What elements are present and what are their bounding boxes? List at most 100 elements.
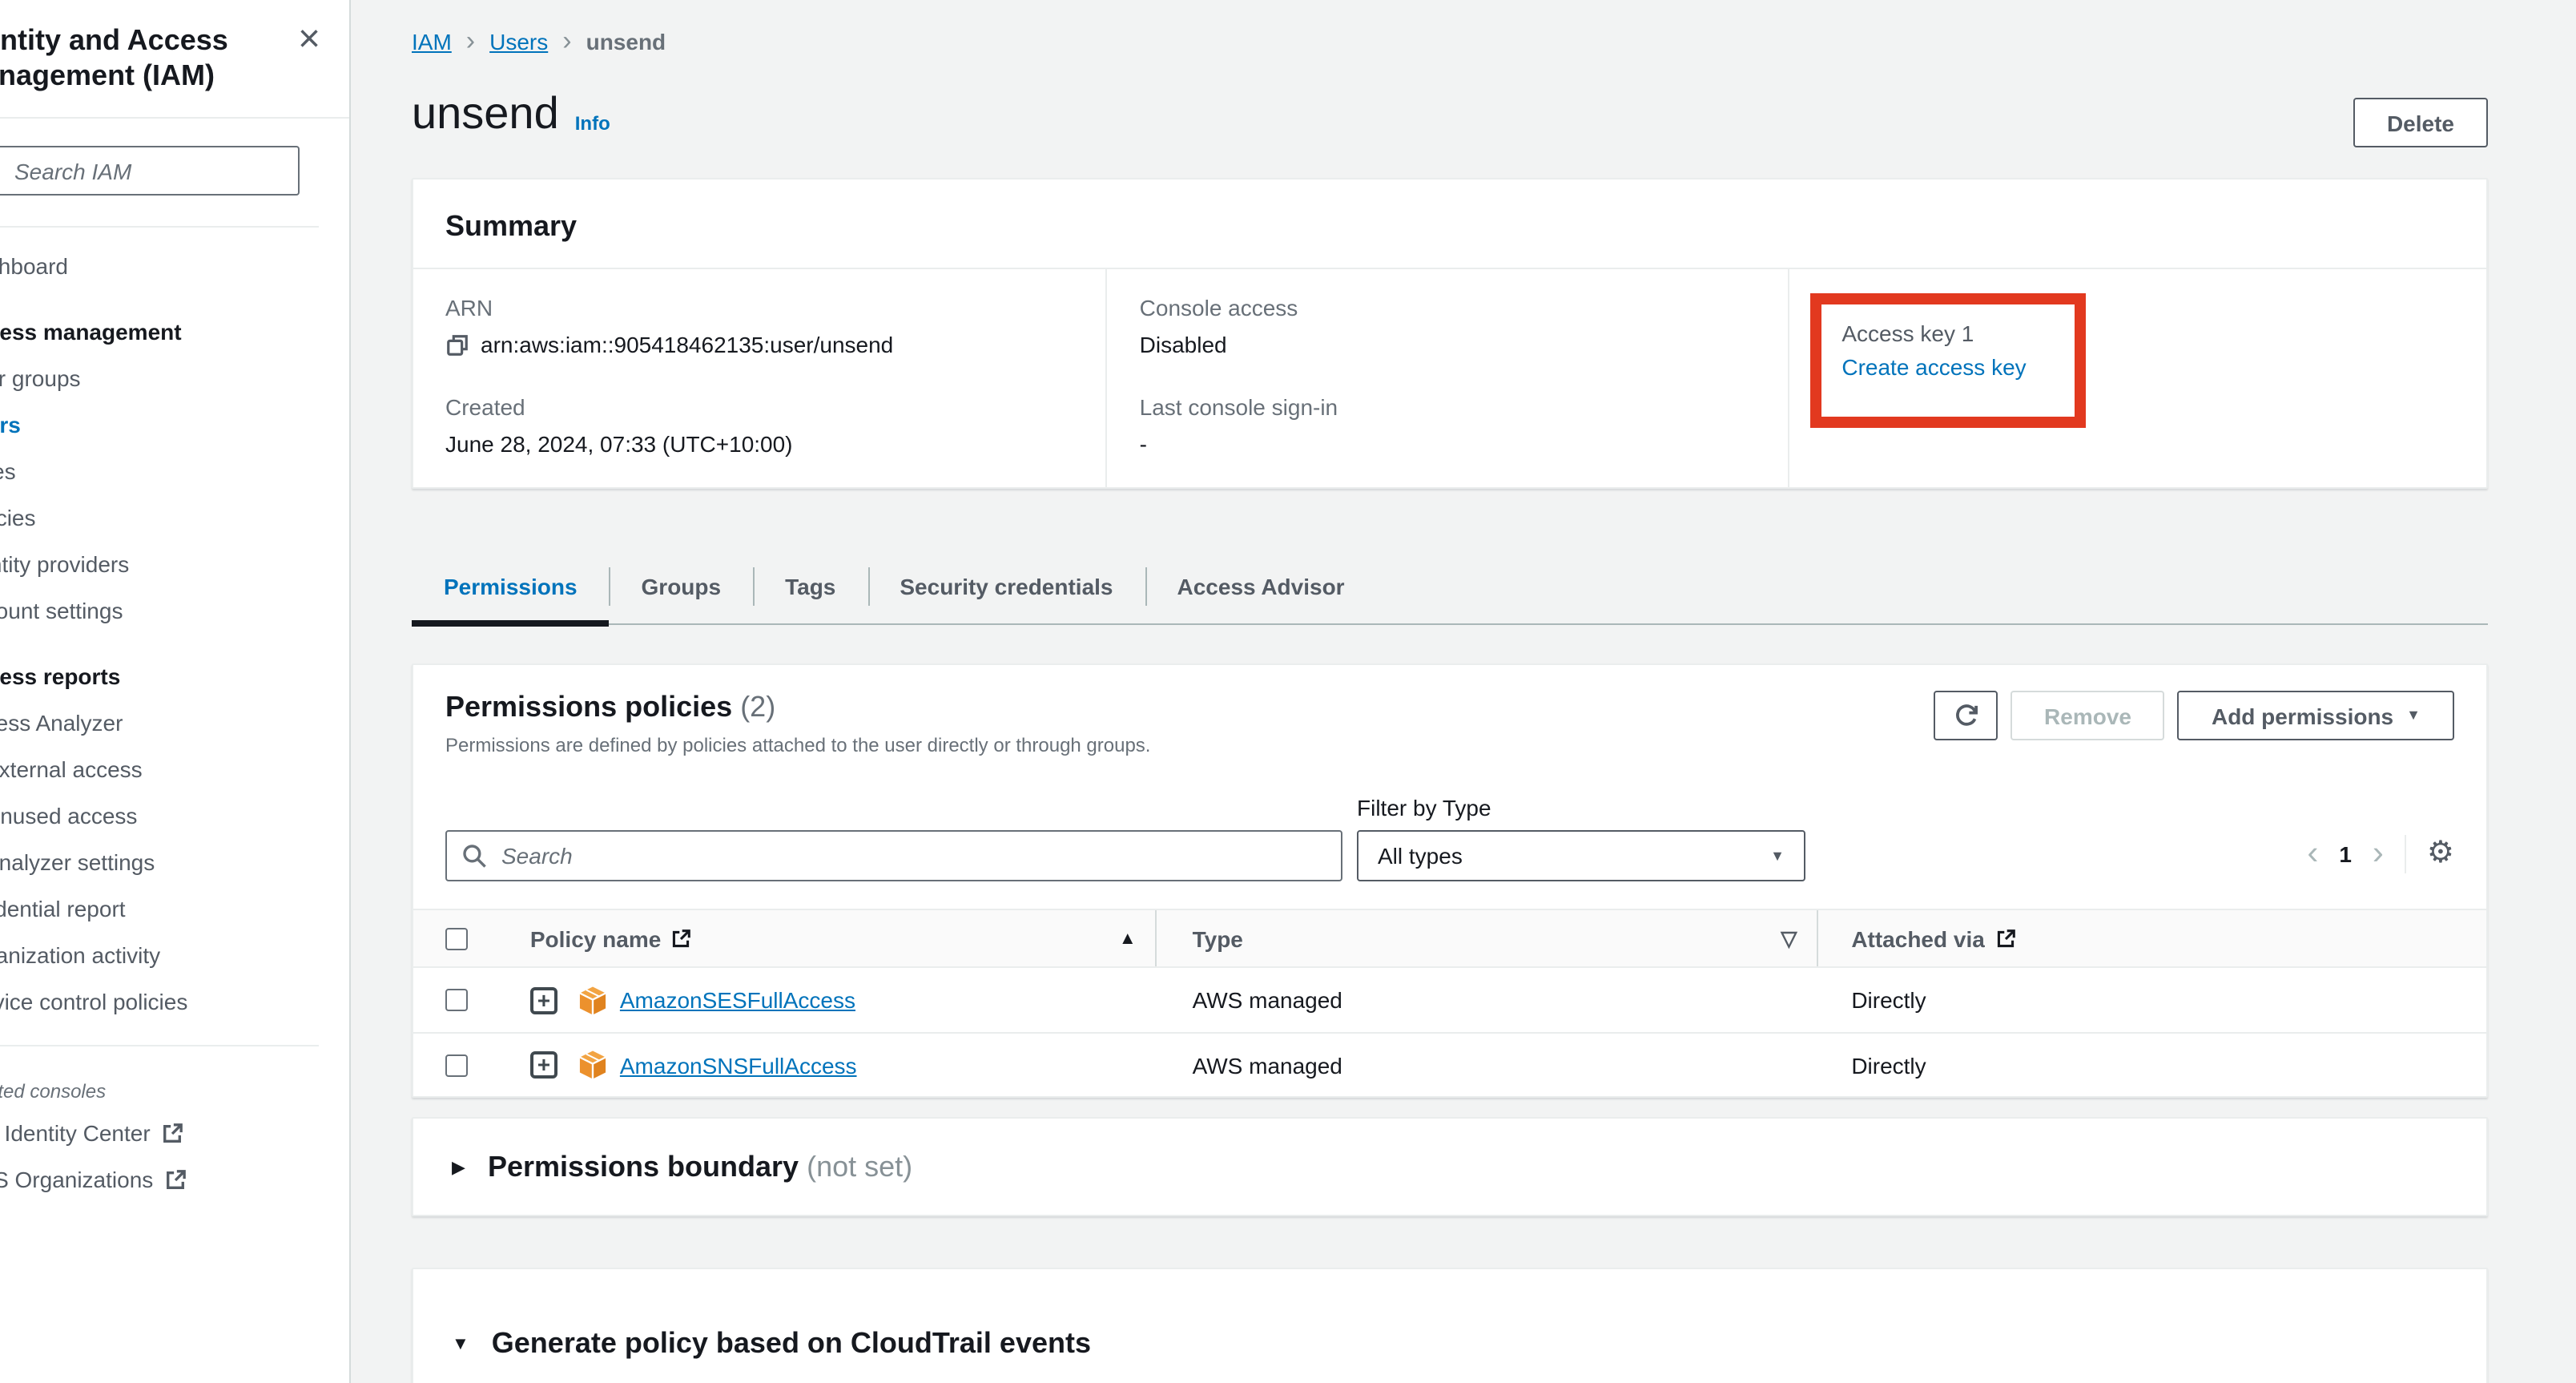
row-checkbox[interactable]: [445, 989, 468, 1011]
main-content: IAM › Users › unsend unsend Info Delete …: [351, 0, 2576, 1383]
sidebar-item-credential-report[interactable]: Credential report: [0, 886, 351, 933]
sidebar-item-user-groups[interactable]: User groups: [0, 356, 351, 402]
boundary-not-set: (not set): [807, 1150, 912, 1182]
sidebar-link-iam-identity-center[interactable]: IAM Identity Center: [0, 1111, 351, 1157]
last-signin-value: -: [1140, 428, 1756, 460]
summary-title: Summary: [445, 210, 577, 242]
policy-attached-via: Directly: [1817, 1034, 2486, 1096]
sidebar-item-access-analyzer[interactable]: Access Analyzer: [0, 700, 351, 747]
sidebar-item-unused-access[interactable]: Unused access: [0, 793, 351, 840]
external-link-icon: [164, 1170, 185, 1191]
column-policy-name: Policy name: [530, 925, 661, 951]
add-permissions-button[interactable]: Add permissions ▼: [2178, 691, 2454, 740]
policy-link[interactable]: AmazonSNSFullAccess: [620, 1052, 857, 1078]
divider: [2405, 835, 2406, 873]
column-filter-icon[interactable]: ▽: [1781, 925, 1797, 951]
sidebar: × Identity and Access Management (IAM) D…: [0, 0, 351, 1383]
expand-row-icon[interactable]: +: [530, 1051, 557, 1079]
create-access-key-link[interactable]: Create access key: [1841, 354, 2026, 380]
breadcrumb-users[interactable]: Users: [489, 29, 548, 54]
remove-button[interactable]: Remove: [2010, 691, 2165, 740]
policy-icon: [578, 1050, 607, 1080]
sidebar-item-users[interactable]: Users: [0, 402, 351, 449]
sidebar-section-access-reports: Access reports: [0, 654, 351, 700]
policy-type: AWS managed: [1157, 1034, 1818, 1096]
expand-section-icon[interactable]: ▶: [452, 1156, 465, 1177]
created-value: June 28, 2024, 07:33 (UTC+10:00): [445, 428, 1074, 460]
delete-button[interactable]: Delete: [2353, 98, 2488, 147]
sidebar-item-dashboard[interactable]: Dashboard: [0, 244, 351, 290]
expand-row-icon[interactable]: +: [530, 986, 557, 1014]
external-link-icon: [670, 929, 690, 948]
tab-access-advisor[interactable]: Access Advisor: [1145, 548, 1377, 623]
sidebar-section-access-management: Access management: [0, 309, 351, 356]
sidebar-item-account-settings[interactable]: Account settings: [0, 588, 351, 635]
external-link-icon: [162, 1123, 183, 1144]
select-all-checkbox[interactable]: [445, 927, 468, 950]
filter-by-type-label: Filter by Type: [1357, 795, 1805, 821]
collapse-section-icon[interactable]: ▼: [452, 1334, 469, 1353]
sidebar-item-identity-providers[interactable]: Identity providers: [0, 542, 351, 588]
sidebar-item-organization-activity[interactable]: Organization activity: [0, 933, 351, 979]
pagination: ‹ 1 › ⚙: [2307, 835, 2454, 881]
tab-security-credentials[interactable]: Security credentials: [867, 548, 1145, 623]
page-number[interactable]: 1: [2339, 841, 2352, 867]
breadcrumb-current: unsend: [586, 29, 666, 54]
refresh-button[interactable]: [1934, 691, 1998, 740]
sidebar-nav: Dashboard Access management User groups …: [0, 228, 351, 1045]
tab-groups[interactable]: Groups: [610, 548, 754, 623]
close-icon[interactable]: ×: [288, 19, 330, 61]
sidebar-item-external-access[interactable]: External access: [0, 747, 351, 793]
generate-policy-card[interactable]: ▼ Generate policy based on CloudTrail ev…: [412, 1268, 2488, 1383]
policy-icon: [578, 985, 607, 1015]
chevron-down-icon: ▼: [2406, 708, 2421, 723]
sidebar-item-analyzer-settings[interactable]: Analyzer settings: [0, 840, 351, 886]
breadcrumb-iam[interactable]: IAM: [412, 29, 452, 54]
policy-link[interactable]: AmazonSESFullAccess: [620, 987, 855, 1013]
created-label: Created: [445, 391, 1074, 423]
table-row: + Amazon: [413, 968, 2486, 1032]
breadcrumb-separator: ›: [466, 30, 475, 53]
tab-permissions[interactable]: Permissions: [412, 548, 610, 623]
annotation-highlight-box: Access key 1 Create access key: [1809, 293, 2085, 428]
row-checkbox[interactable]: [445, 1054, 468, 1076]
column-type: Type: [1193, 925, 1243, 951]
prev-page-icon[interactable]: ‹: [2307, 838, 2318, 870]
sort-ascending-icon[interactable]: ▲: [1119, 929, 1137, 948]
permissions-boundary-card[interactable]: ▶ Permissions boundary (not set): [412, 1117, 2488, 1216]
next-page-icon[interactable]: ›: [2373, 838, 2384, 870]
sidebar-search-input[interactable]: [0, 146, 300, 196]
copy-icon[interactable]: [445, 333, 469, 357]
info-link[interactable]: Info: [575, 112, 610, 135]
link-label: IAM Identity Center: [0, 1111, 151, 1157]
policy-search-input[interactable]: [445, 830, 1342, 881]
sidebar-title: Identity and Access Management (IAM): [0, 22, 287, 93]
chevron-down-icon: ▼: [1770, 849, 1785, 863]
policies-count: (2): [740, 691, 775, 723]
arn-value: arn:aws:iam::905418462135:user/unsend: [481, 329, 893, 361]
permissions-policies-card: Permissions policies (2) Permissions are…: [412, 663, 2488, 1098]
column-attached-via: Attached via: [1851, 925, 1985, 951]
type-filter-select[interactable]: All types ▼: [1357, 830, 1805, 881]
access-key-label: Access key 1: [1841, 317, 2053, 349]
policies-description: Permissions are defined by policies atta…: [445, 734, 1934, 756]
table-row: + Amazon: [413, 1032, 2486, 1096]
policies-title: Permissions policies: [445, 691, 732, 723]
link-label: AWS Organizations: [0, 1157, 153, 1204]
policies-table: Policy name ▲ Type ▽: [413, 909, 2486, 1096]
tab-tags[interactable]: Tags: [753, 548, 867, 623]
arn-label: ARN: [445, 292, 1074, 324]
sidebar-item-roles[interactable]: Roles: [0, 449, 351, 495]
breadcrumb-separator: ›: [562, 30, 571, 53]
sidebar-link-aws-organizations[interactable]: AWS Organizations: [0, 1157, 351, 1204]
search-icon: [461, 843, 487, 869]
add-permissions-label: Add permissions: [2212, 703, 2393, 728]
console-access-value: Disabled: [1140, 329, 1756, 361]
sidebar-item-policies[interactable]: Policies: [0, 495, 351, 542]
policy-attached-via: Directly: [1817, 968, 2486, 1032]
page-title: unsend: [412, 85, 559, 143]
iam-user-detail-page: × Identity and Access Management (IAM) D…: [0, 0, 2576, 1383]
gear-icon[interactable]: ⚙: [2427, 838, 2454, 870]
sidebar-item-service-control-policies[interactable]: Service control policies: [0, 979, 351, 1026]
console-access-label: Console access: [1140, 292, 1756, 324]
